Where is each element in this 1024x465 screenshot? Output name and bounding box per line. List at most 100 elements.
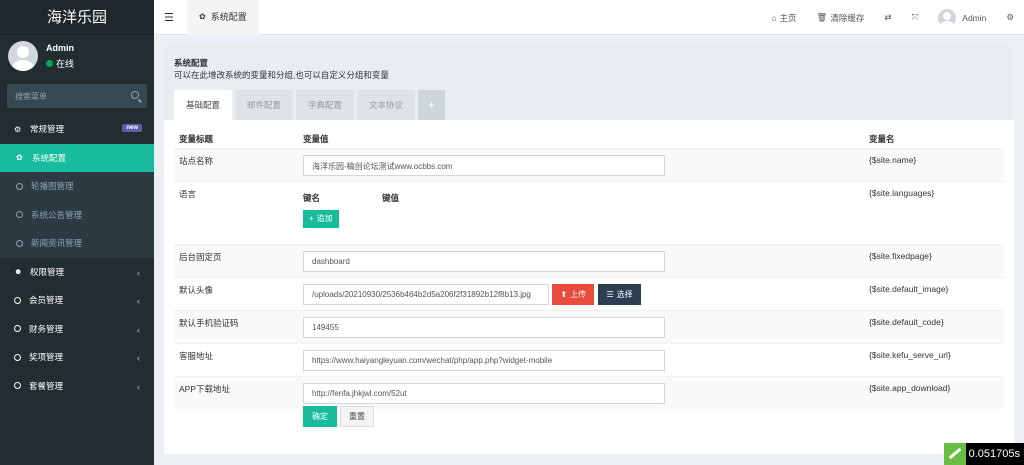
sidebar-item-carousel[interactable]: 轮播图管理 bbox=[0, 172, 154, 201]
fullscreen-button[interactable]: ⤧ bbox=[911, 12, 918, 23]
plus-icon: + bbox=[309, 214, 314, 223]
tab-email[interactable]: 邮件配置 bbox=[235, 90, 294, 120]
kefu-url-input[interactable]: https://www.haiyangleyuan.com/wechat/php… bbox=[303, 349, 665, 371]
fullscreen-icon: ⤧ bbox=[911, 12, 919, 22]
tab-basic[interactable]: 基础配置 bbox=[174, 90, 233, 120]
home-label: 主页 bbox=[779, 12, 797, 23]
sidebar-item-announcements[interactable]: 系统公告管理 bbox=[0, 200, 154, 229]
sidebar-item-news[interactable]: 新闻资讯管理 bbox=[0, 229, 154, 258]
choose-button[interactable]: ☰ 选择 bbox=[598, 283, 641, 305]
sidebar-item-label: 系统配置 bbox=[32, 152, 67, 163]
header-avatar[interactable] bbox=[938, 8, 957, 27]
avatar bbox=[8, 41, 38, 71]
sidebar-item-prizes[interactable]: 奖项管理 ‹ bbox=[0, 343, 154, 372]
clear-cache-label: 清除缓存 bbox=[830, 12, 865, 23]
fixed-page-input[interactable]: dashboard bbox=[303, 250, 665, 272]
circle-icon bbox=[14, 325, 21, 333]
sidebar-item-system-config[interactable]: ✿ 系统配置 bbox=[0, 143, 154, 172]
sidebar-item-label: 套餐管理 bbox=[29, 380, 64, 391]
default-code-input[interactable]: 149455 bbox=[303, 316, 665, 338]
add-tab-button[interactable]: + bbox=[418, 90, 446, 120]
timer-value: 0.051705s bbox=[968, 448, 1020, 460]
sidebar-item-general[interactable]: ⚙ 常规管理 new bbox=[0, 115, 154, 144]
reset-button[interactable]: 重置 bbox=[340, 406, 374, 427]
sidebar-item-label: 会员管理 bbox=[29, 295, 64, 306]
page-title: 系统配置 bbox=[174, 58, 209, 68]
menu-toggle-icon[interactable]: ☰ bbox=[164, 11, 174, 24]
app-logo[interactable]: 海洋乐园 bbox=[0, 0, 154, 35]
config-tabs: 基础配置 邮件配置 字典配置 文本协议 + bbox=[174, 90, 448, 120]
panel-heading: 系统配置 可以在此增改系统的变量和分组,也可以自定义分组和变量 基础配置 邮件配… bbox=[164, 46, 1014, 120]
circle-icon bbox=[16, 239, 23, 247]
online-dot-icon bbox=[46, 60, 53, 67]
sidebar-item-members[interactable]: 会员管理 ‹ bbox=[0, 286, 154, 315]
page-subtitle: 可以在此增改系统的变量和分组,也可以自定义分组和变量 bbox=[174, 70, 389, 80]
circle-icon bbox=[16, 211, 23, 219]
value-label: 键值 bbox=[382, 192, 400, 203]
user-status-label: 在线 bbox=[56, 59, 75, 69]
sidebar-item-label: 奖项管理 bbox=[29, 352, 64, 363]
table-row: APP下载地址 http://fenfa.jhkjwl.com/52ut {$s… bbox=[174, 375, 1004, 409]
circle-icon bbox=[14, 353, 21, 361]
tab-text-agreement[interactable]: 文本协议 bbox=[357, 90, 416, 120]
confirm-button[interactable]: 确定 bbox=[303, 406, 337, 427]
sidebar: 海洋乐园 Admin 在线 搜索菜单 ⚙ 常规管理 new ✿ 系统配置 轮播图… bbox=[0, 0, 154, 465]
config-table: 变量标题 变量值 变量名 站点名称 海洋乐园-稿创论坛测试www.ocbbs.c… bbox=[174, 126, 1004, 409]
user-panel: Admin 在线 bbox=[0, 35, 154, 81]
table-row: 站点名称 海洋乐园-稿创论坛测试www.ocbbs.com {$site.nam… bbox=[174, 147, 1004, 181]
debug-timer[interactable]: 0.051705s bbox=[943, 443, 1024, 465]
row-var-name: {$site.default_code} bbox=[864, 309, 1004, 343]
upload-icon: ⬆ bbox=[560, 289, 568, 299]
add-language-button[interactable]: + 追加 bbox=[303, 209, 339, 228]
config-panel: 系统配置 可以在此增改系统的变量和分组,也可以自定义分组和变量 基础配置 邮件配… bbox=[164, 46, 1014, 454]
add-label: 追加 bbox=[316, 214, 333, 223]
tab-system-config[interactable]: ✿ 系统配置 bbox=[187, 0, 259, 35]
sidebar-item-label: 轮播图管理 bbox=[31, 181, 74, 192]
table-row: 后台固定页 dashboard {$site.fixedpage} bbox=[174, 243, 1004, 277]
table-row: 客服地址 https://www.haiyangleyuan.com/wecha… bbox=[174, 342, 1004, 376]
settings-button[interactable]: ⚙ bbox=[1006, 12, 1014, 23]
cogs-icon: ⚙ bbox=[14, 124, 22, 134]
col-header-value: 变量值 bbox=[303, 134, 329, 144]
default-image-input[interactable]: /uploads/20210930/2536b464b2d5a206f2f318… bbox=[303, 283, 549, 305]
row-title: 语言 bbox=[174, 180, 298, 244]
row-var-name: {$site.languages} bbox=[864, 180, 1004, 244]
header-actions: ⌂ 主页 🗑 清除缓存 ⇄ ⤧ Admin ⚙ bbox=[771, 0, 1024, 35]
sidebar-item-packages[interactable]: 套餐管理 ‹ bbox=[0, 372, 154, 401]
row-title: 后台固定页 bbox=[174, 243, 298, 277]
translate-button[interactable]: ⇄ bbox=[884, 12, 891, 23]
sidebar-item-permissions[interactable]: ☻ 权限管理 ‹ bbox=[0, 258, 154, 287]
language-fields-header: 键名 键值 bbox=[303, 192, 859, 204]
sidebar-item-finance[interactable]: 财务管理 ‹ bbox=[0, 315, 154, 344]
cogs-icon: ⚙ bbox=[1006, 12, 1014, 22]
sidebar-item-label: 系统公告管理 bbox=[31, 209, 83, 220]
gear-icon: ✿ bbox=[16, 153, 23, 163]
search-icon[interactable] bbox=[131, 91, 139, 99]
row-title: 站点名称 bbox=[174, 147, 298, 181]
app-download-input[interactable]: http://fenfa.jhkjwl.com/52ut bbox=[303, 382, 665, 404]
user-name: Admin bbox=[46, 43, 74, 53]
sidebar-item-label: 权限管理 bbox=[30, 266, 65, 277]
list-icon: ☰ bbox=[606, 289, 614, 299]
table-row: 默认手机验证码 149455 {$site.default_code} bbox=[174, 309, 1004, 343]
header-user[interactable]: Admin bbox=[962, 13, 986, 23]
top-header: ☰ ✿ 系统配置 ⌂ 主页 🗑 清除缓存 ⇄ ⤧ Admin ⚙ bbox=[154, 0, 1024, 35]
col-header-name: 变量名 bbox=[869, 134, 895, 144]
choose-label: 选择 bbox=[616, 289, 633, 299]
chevron-left-icon: ‹ bbox=[137, 324, 140, 335]
site-name-input[interactable]: 海洋乐园-稿创论坛测试www.ocbbs.com bbox=[303, 154, 665, 176]
table-row: 语言 键名 键值 + 追加 {$site.languages} bbox=[174, 180, 1004, 244]
col-header-title: 变量标题 bbox=[179, 134, 214, 144]
users-icon: ☻ bbox=[14, 267, 23, 277]
clear-cache-button[interactable]: 🗑 清除缓存 bbox=[817, 12, 865, 24]
chevron-left-icon: ‹ bbox=[137, 381, 140, 392]
upload-button[interactable]: ⬆ 上传 bbox=[552, 283, 595, 305]
phalcon-logo-icon bbox=[943, 443, 966, 465]
language-icon: ⇄ bbox=[884, 12, 892, 22]
chevron-left-icon: ‹ bbox=[137, 353, 140, 363]
sidebar-item-label: 新闻资讯管理 bbox=[31, 238, 83, 249]
sidebar-menu: ⚙ 常规管理 new ✿ 系统配置 轮播图管理 系统公告管理 新闻资讯管理 ☻ … bbox=[0, 115, 154, 400]
menu-search-input[interactable]: 搜索菜单 bbox=[7, 84, 147, 108]
tab-dictionary[interactable]: 字典配置 bbox=[296, 90, 355, 120]
home-link[interactable]: ⌂ 主页 bbox=[771, 12, 796, 24]
